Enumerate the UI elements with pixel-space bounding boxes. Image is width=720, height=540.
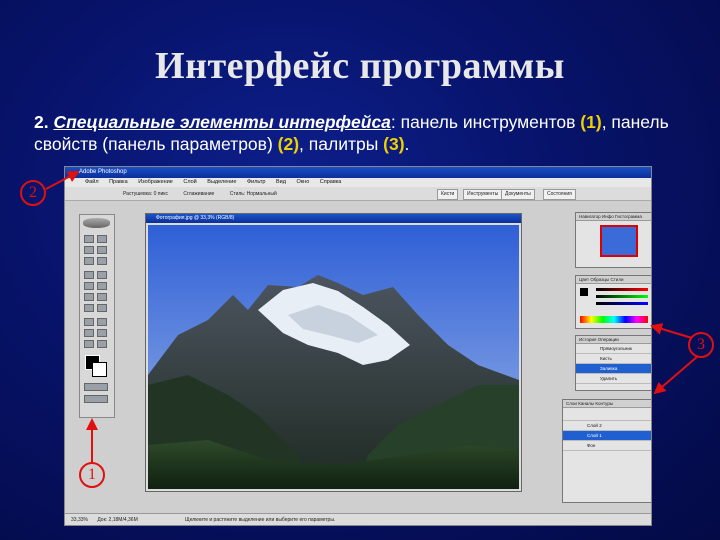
tab-brushes[interactable]: Кисти [437,189,459,200]
menu-window[interactable]: Окно [296,179,309,185]
text-part-3: , палитры [299,134,384,154]
zoom-tool-icon[interactable] [97,340,107,348]
mountain-photo [148,225,519,489]
callout-2: 2 [20,180,46,206]
arrow-to-palettes-top [650,323,693,339]
navigator-preview[interactable] [600,225,638,257]
brush-tool-icon[interactable] [97,271,107,279]
feather-logo-icon [83,218,110,228]
history-palette: История Операции Прямоугольник Кисть Зал… [575,335,651,391]
navigator-palette: Навигатор Инфо Гистограмма [575,212,651,268]
history-brush-icon[interactable] [97,282,107,290]
red-slider[interactable] [596,288,648,291]
blur-tool-icon[interactable] [84,304,94,312]
item-heading: Специальные элементы интерфейса [53,112,391,132]
layer-row-selected[interactable]: Слой 1 [563,431,651,441]
menu-file[interactable]: Файл [85,179,99,185]
shape-tool-icon[interactable] [97,329,107,337]
status-bar: 33,33% Док: 2,18M/4,36M Щелкните и растя… [65,513,651,525]
mountain-photo-image [148,225,519,489]
color-fg-swatch[interactable] [580,288,588,296]
tab-states[interactable]: Состояния [543,189,576,200]
menu-layer[interactable]: Слой [183,179,196,185]
option-feather[interactable]: Растушевка: 0 пикс [123,191,168,197]
menu-image[interactable]: Изображение [138,179,173,185]
type-tool-icon[interactable] [97,318,107,326]
ref-3: (3) [383,134,405,154]
option-style[interactable]: Стиль: Нормальный [230,191,277,197]
menu-edit[interactable]: Правка [109,179,128,185]
lasso-tool-icon[interactable] [84,246,94,254]
gradient-tool-icon[interactable] [97,293,107,301]
color-palette: Цвет Образцы Стили [575,275,651,329]
crop-tool-icon[interactable] [84,257,94,265]
background-color-swatch[interactable] [92,362,107,377]
slice-tool-icon[interactable] [97,257,107,265]
document-size: Док: 2,18M/4,36M [97,517,138,523]
menu-bar: Файл Правка Изображение Слой Выделение Ф… [65,178,651,187]
hand-tool-icon[interactable] [84,340,94,348]
history-row[interactable]: Кисть [576,354,651,364]
item-number: 2. [34,112,49,132]
healing-brush-icon[interactable] [84,271,94,279]
quick-mask-icon[interactable] [84,383,108,391]
slide-title: Интерфейс программы [155,45,565,87]
color-palette-tabs[interactable]: Цвет Образцы Стили [576,276,651,284]
text-part-4: . [404,134,410,154]
menu-filter[interactable]: Фильтр [247,179,265,185]
history-row[interactable]: Удалить [576,374,651,384]
history-row-selected[interactable]: Заливка [576,364,651,374]
menu-help[interactable]: Справка [320,179,342,185]
document-window: Фотография.jpg @ 33,3% (RGB/8) [145,213,522,492]
color-ramp[interactable] [580,316,648,323]
navigator-palette-tabs[interactable]: Навигатор Инфо Гистограмма [576,213,651,221]
callout-3: 3 [688,332,714,358]
options-bar: Растушевка: 0 пикс Сглаживание Стиль: Но… [65,187,651,201]
slide-body-text: 2. Специальные элементы интерфейса: пане… [34,111,704,155]
layer-row[interactable]: Фон [563,441,651,451]
ref-1: (1) [580,112,602,132]
toolbox [79,214,115,418]
move-tool-icon[interactable] [97,235,107,243]
status-hint: Щелкните и растяните выделение или выбер… [185,517,336,523]
history-palette-tabs[interactable]: История Операции [576,336,651,344]
green-slider[interactable] [596,295,648,298]
text-part-1: : панель инструментов [390,112,581,132]
layers-palette-tabs[interactable]: Слои Каналы Контуры [563,400,651,408]
dodge-tool-icon[interactable] [97,304,107,312]
path-select-icon[interactable] [84,318,94,326]
photoshop-screenshot: Adobe Photoshop Файл Правка Изображение … [64,166,652,526]
eraser-tool-icon[interactable] [84,293,94,301]
menu-view[interactable]: Вид [276,179,286,185]
stamp-tool-icon[interactable] [84,282,94,290]
screen-mode-icon[interactable] [84,395,108,403]
option-antialias[interactable]: Сглаживание [183,191,214,197]
blue-slider[interactable] [596,302,648,305]
layer-row[interactable]: Слой 2 [563,421,651,431]
tab-documents[interactable]: Документы [501,189,535,200]
zoom-level: 33,33% [71,517,88,523]
magic-wand-tool-icon[interactable] [97,246,107,254]
menu-select[interactable]: Выделение [207,179,236,185]
ref-2: (2) [277,134,300,154]
layers-options-row [563,408,651,421]
layers-palette: Слои Каналы Контуры Слой 2 Слой 1 Фон [562,399,651,503]
tab-tool-presets[interactable]: Инструменты [463,189,503,200]
callout-1: 1 [79,462,105,488]
document-title: Фотография.jpg @ 33,3% (RGB/8) [146,214,521,223]
pen-tool-icon[interactable] [84,329,94,337]
history-row[interactable]: Прямоугольник [576,344,651,354]
arrow-to-palettes-bottom [653,355,699,395]
marquee-tool-icon[interactable] [84,235,94,243]
app-titlebar: Adobe Photoshop [65,167,651,178]
